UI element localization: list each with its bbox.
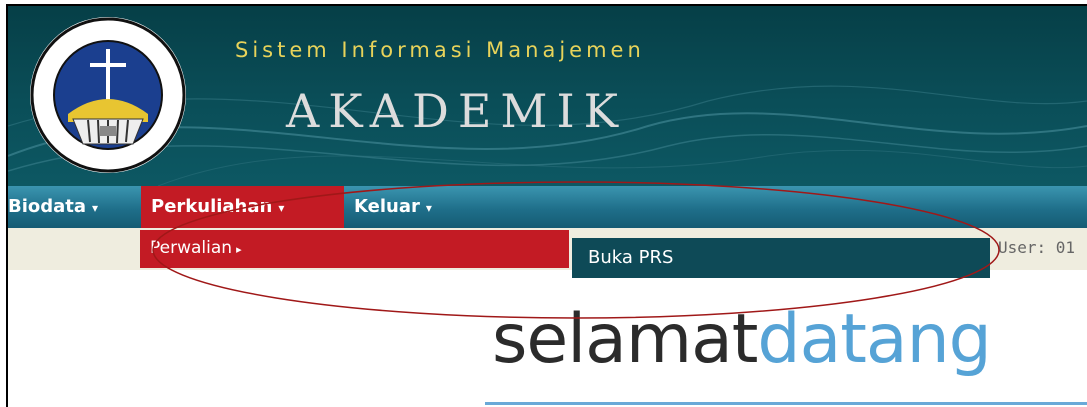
menu-item-buka-prs-label: Buka PRS [588, 247, 674, 268]
chevron-right-icon: ▸ [236, 243, 242, 256]
welcome-word-2: datang [757, 300, 991, 379]
site-header: Sistem Informasi Manajemen AKADEMIK [8, 6, 1087, 186]
chevron-down-icon: ▾ [425, 201, 432, 215]
app-title: AKADEMIK [286, 84, 628, 138]
app-subtitle: Sistem Informasi Manajemen [235, 38, 645, 62]
welcome-underline [485, 402, 1087, 405]
user-label: User: 01 [998, 238, 1076, 257]
nav-biodata-label: Biodata [8, 196, 87, 217]
nav-biodata[interactable]: Biodata ▾ [8, 186, 98, 228]
nav-keluar-label: Keluar [354, 196, 420, 217]
main-navbar: Biodata ▾ Perkuliahan ▾ Keluar ▾ [8, 186, 1087, 228]
nav-perkuliahan-label: Perkuliahan [151, 196, 273, 217]
menu-item-perwalian[interactable]: Perwalian ▸ [140, 230, 569, 268]
page-frame: Sistem Informasi Manajemen AKADEMIK Biod… [0, 0, 1087, 407]
nav-perkuliahan[interactable]: Perkuliahan ▾ [141, 186, 344, 228]
university-seal-icon [30, 17, 186, 173]
menu-item-perwalian-label: Perwalian [150, 238, 233, 258]
chevron-down-icon: ▾ [278, 201, 285, 215]
frame-border-top [6, 4, 1087, 6]
nav-keluar[interactable]: Keluar ▾ [354, 186, 432, 228]
menu-item-buka-prs[interactable]: Buka PRS [572, 238, 990, 278]
chevron-down-icon: ▾ [92, 201, 99, 215]
frame-border-left [6, 4, 8, 407]
welcome-word-1: selamat [492, 300, 758, 379]
welcome-heading: selamatdatang [492, 300, 992, 380]
